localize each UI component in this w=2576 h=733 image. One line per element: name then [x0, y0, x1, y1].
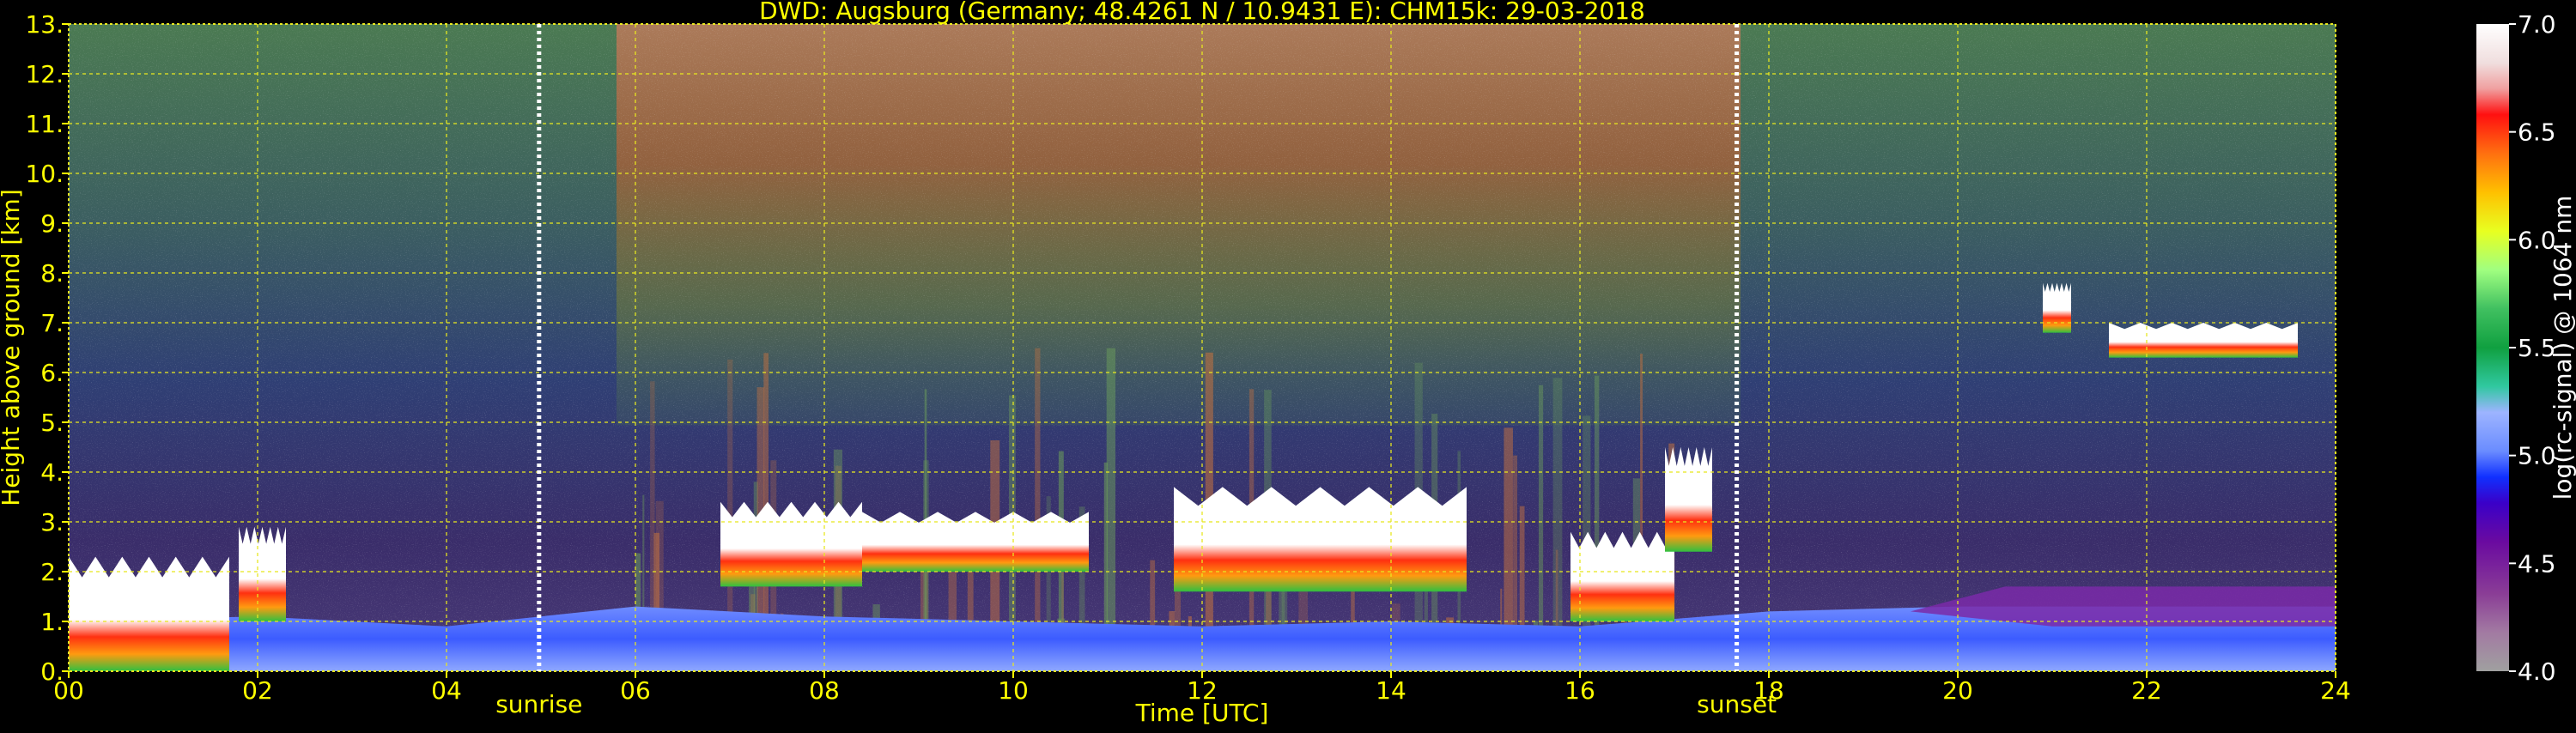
- ceilometer-chart: sunrise sunset 00 02 04 06 08 10 12 14 16 18 20 22 24…: [0, 0, 2576, 727]
- cloud-layer: [862, 512, 1089, 572]
- x-tick-label: 06: [620, 676, 651, 705]
- y-tick-label: 6.: [40, 359, 64, 387]
- y-tick-label: 2.: [40, 558, 64, 586]
- colorbar-scale: [2476, 24, 2509, 671]
- y-tick-label: 5.: [40, 409, 64, 437]
- signal-streak: [1106, 348, 1116, 671]
- y-axis: 0. 1. 2. 3. 4. 5. 6. 7. 8. 9. 10. 11. 12. 13.: [25, 10, 69, 686]
- ceilometer-figure: sunrise sunset 00 02 04 06 08 10 12 14 16 18 20 22 24…: [0, 0, 2576, 730]
- y-tick-label: 11.: [25, 110, 64, 138]
- y-tick-label: 12.: [25, 60, 64, 88]
- y-axis-label: Height above ground [km]: [0, 189, 25, 506]
- x-tick-label: 14: [1376, 676, 1406, 705]
- colorbar: 4.04.55.05.56.06.57.0 log(rc-signal) @ 1…: [2476, 10, 2576, 686]
- colorbar-tick-label: 4.0: [2518, 657, 2556, 686]
- y-tick-label: 3.: [40, 508, 64, 536]
- y-tick-label: 4.: [40, 458, 64, 487]
- x-tick-label: 04: [431, 676, 462, 705]
- cloud-layer: [720, 501, 862, 587]
- x-tick-label: 20: [1942, 676, 1973, 705]
- cloud-layer: [1571, 531, 1674, 621]
- x-tick-label: 02: [242, 676, 273, 705]
- x-tick-label: 16: [1564, 676, 1595, 705]
- cloud-layer: [239, 526, 286, 621]
- y-tick-label: 9.: [40, 209, 64, 238]
- chart-title: DWD: Augsburg (Germany; 48.4261 N / 10.9…: [759, 0, 1645, 25]
- y-tick-label: 7.: [40, 309, 64, 337]
- colorbar-tick-label: 4.5: [2518, 549, 2556, 578]
- colorbar-tick-label: 6.5: [2518, 118, 2556, 147]
- x-tick-label: 08: [809, 676, 840, 705]
- y-tick-label: 13.: [25, 10, 64, 39]
- x-tick-label: 10: [998, 676, 1029, 705]
- y-tick-label: 8.: [40, 259, 64, 288]
- colorbar-label: log(rc-signal) @ 1064 nm: [2549, 196, 2576, 500]
- colorbar-tick-label: 7.0: [2518, 10, 2556, 39]
- cloud-layer: [2109, 323, 2298, 358]
- cloud-layer: [1665, 447, 1712, 552]
- cloud-layer: [2043, 282, 2071, 333]
- cloud-layer: [1174, 487, 1467, 592]
- y-tick-label: 10.: [25, 160, 64, 188]
- y-tick-label: 1.: [40, 608, 64, 636]
- x-axis-label: Time [UTC]: [1135, 699, 1269, 727]
- y-tick-label: 0.: [40, 657, 64, 686]
- x-tick-label: 18: [1753, 676, 1784, 705]
- sunrise-label: sunrise: [495, 690, 582, 718]
- cloud-layer: [69, 556, 229, 671]
- x-tick-label: 22: [2131, 676, 2162, 705]
- x-tick-label: 24: [2320, 676, 2351, 705]
